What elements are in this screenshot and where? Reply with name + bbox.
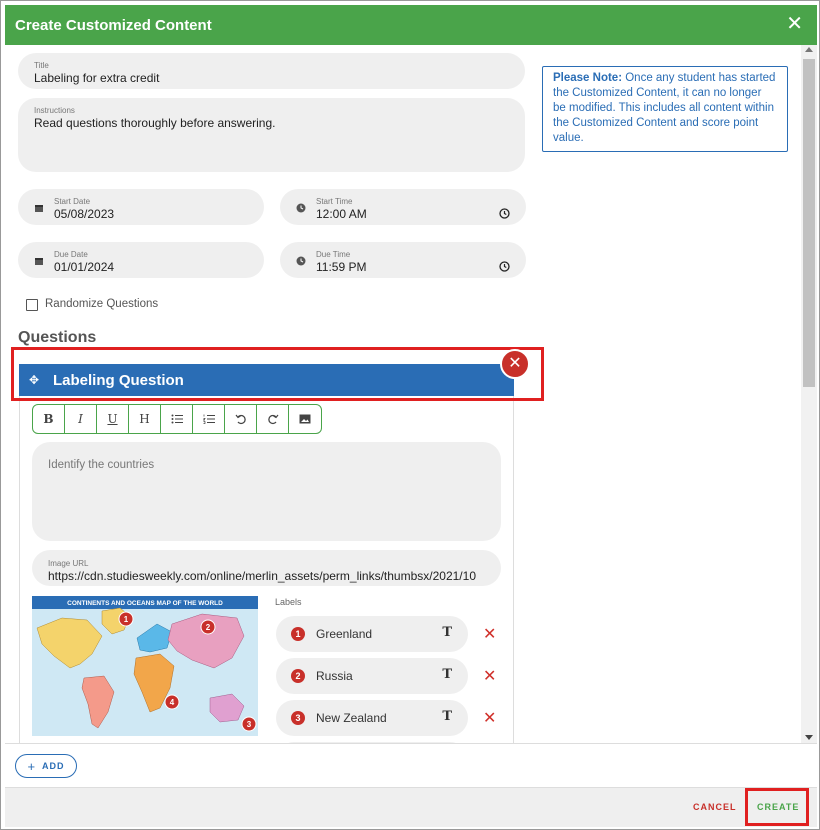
title-field[interactable]: Title Labeling for extra credit bbox=[18, 53, 525, 89]
label-text: Greenland bbox=[316, 627, 373, 641]
editor-toolbar: B I U H bbox=[32, 404, 322, 434]
image-url-value: https://cdn.studiesweekly.com/online/mer… bbox=[48, 569, 476, 583]
label-item[interactable]: 3 New Zealand T bbox=[276, 700, 468, 736]
scroll-up-arrow-icon[interactable] bbox=[805, 47, 813, 52]
add-button[interactable]: + ADD bbox=[15, 754, 77, 778]
highlight-box bbox=[11, 347, 544, 401]
start-date-field[interactable]: Start Date 05/08/2023 bbox=[18, 189, 264, 225]
svg-text:4: 4 bbox=[170, 698, 175, 707]
label-number: 2 bbox=[291, 669, 305, 683]
label-item[interactable]: 2 Russia T bbox=[276, 658, 468, 694]
due-date-label: Due Date bbox=[54, 250, 88, 259]
plus-icon: + bbox=[27, 758, 37, 774]
delete-label-icon[interactable]: ✕ bbox=[483, 666, 496, 686]
scrollbar[interactable] bbox=[801, 45, 817, 743]
close-icon[interactable]: ✕ bbox=[786, 14, 803, 34]
label-number: 3 bbox=[291, 711, 305, 725]
clock-icon[interactable] bbox=[499, 208, 510, 219]
numbered-list-icon bbox=[202, 414, 215, 424]
image-url-field[interactable]: Image URL https://cdn.studiesweekly.com/… bbox=[32, 550, 501, 586]
map-title: CONTINENTS AND OCEANS MAP OF THE WORLD bbox=[67, 600, 223, 607]
clock-filled-icon bbox=[296, 203, 306, 213]
dialog-body: Title Labeling for extra credit Instruct… bbox=[5, 45, 801, 743]
insert-image-button[interactable] bbox=[289, 405, 321, 433]
due-time-value: 11:59 PM bbox=[316, 260, 367, 274]
text-format-icon[interactable]: T bbox=[442, 709, 452, 724]
instructions-field[interactable]: Instructions Read questions thoroughly b… bbox=[18, 98, 525, 172]
undo-icon bbox=[235, 414, 246, 425]
please-note-box: Please Note: Once any student has starte… bbox=[542, 66, 788, 152]
bullet-list-icon bbox=[171, 414, 183, 424]
undo-button[interactable] bbox=[225, 405, 257, 433]
scrollbar-thumb[interactable] bbox=[803, 59, 815, 387]
delete-label-icon[interactable]: ✕ bbox=[483, 708, 496, 728]
redo-icon bbox=[267, 414, 278, 425]
heading-button[interactable]: H bbox=[129, 405, 161, 433]
svg-text:3: 3 bbox=[247, 720, 252, 729]
due-time-label: Due Time bbox=[316, 250, 351, 259]
start-time-field[interactable]: Start Time 12:00 AM bbox=[280, 189, 526, 225]
calendar-icon bbox=[35, 205, 43, 212]
start-time-label: Start Time bbox=[316, 197, 353, 206]
due-date-value: 01/01/2024 bbox=[54, 260, 115, 274]
redo-button[interactable] bbox=[257, 405, 289, 433]
calendar-icon bbox=[35, 258, 43, 265]
instructions-label: Instructions bbox=[34, 106, 75, 115]
start-date-label: Start Date bbox=[54, 197, 91, 206]
text-format-icon[interactable]: T bbox=[442, 667, 452, 682]
italic-button[interactable]: I bbox=[65, 405, 97, 433]
add-bar: + ADD bbox=[5, 743, 817, 787]
clock-filled-icon bbox=[296, 256, 306, 266]
title-value: Labeling for extra credit bbox=[34, 71, 160, 85]
svg-text:1: 1 bbox=[124, 615, 129, 624]
cancel-button[interactable]: CANCEL bbox=[693, 802, 737, 812]
question-text-placeholder: Identify the countries bbox=[48, 459, 155, 471]
questions-heading: Questions bbox=[18, 329, 97, 346]
underline-button[interactable]: U bbox=[97, 405, 129, 433]
image-url-label: Image URL bbox=[48, 559, 89, 568]
start-date-value: 05/08/2023 bbox=[54, 207, 115, 221]
dialog-titlebar: Create Customized Content ✕ bbox=[5, 5, 817, 45]
randomize-checkbox[interactable] bbox=[26, 299, 38, 311]
clock-icon[interactable] bbox=[499, 261, 510, 272]
question-text-field[interactable]: Identify the countries bbox=[32, 442, 501, 541]
labels-header: Labels bbox=[275, 597, 302, 607]
remove-question-button[interactable]: ✕ bbox=[500, 349, 530, 379]
label-item[interactable]: 1 Greenland T bbox=[276, 616, 468, 652]
delete-label-icon[interactable]: ✕ bbox=[483, 624, 496, 644]
title-label: Title bbox=[34, 61, 49, 70]
due-date-field[interactable]: Due Date 01/01/2024 bbox=[18, 242, 264, 278]
svg-text:2: 2 bbox=[206, 623, 211, 632]
scroll-down-arrow-icon[interactable] bbox=[805, 735, 813, 740]
numbered-list-button[interactable] bbox=[193, 405, 225, 433]
image-icon bbox=[299, 414, 311, 424]
due-time-field[interactable]: Due Time 11:59 PM bbox=[280, 242, 526, 278]
bullet-list-button[interactable] bbox=[161, 405, 193, 433]
label-number: 1 bbox=[291, 627, 305, 641]
bold-button[interactable]: B bbox=[33, 405, 65, 433]
create-content-dialog: Create Customized Content ✕ Title Labeli… bbox=[0, 0, 820, 830]
create-button[interactable]: CREATE bbox=[757, 802, 799, 812]
label-text: Russia bbox=[316, 669, 353, 683]
instructions-value: Read questions thoroughly before answeri… bbox=[34, 116, 276, 130]
dialog-title: Create Customized Content bbox=[15, 16, 212, 34]
label-text: New Zealand bbox=[316, 711, 387, 725]
dialog-footer: CANCEL CREATE bbox=[5, 787, 817, 827]
text-format-icon[interactable]: T bbox=[442, 625, 452, 640]
randomize-label: Randomize Questions bbox=[45, 298, 159, 310]
note-bold: Please Note: bbox=[553, 72, 623, 84]
start-time-value: 12:00 AM bbox=[316, 207, 367, 221]
world-map-image: CONTINENTS AND OCEANS MAP OF THE WORLD 1… bbox=[32, 596, 258, 743]
add-label: ADD bbox=[42, 761, 65, 771]
